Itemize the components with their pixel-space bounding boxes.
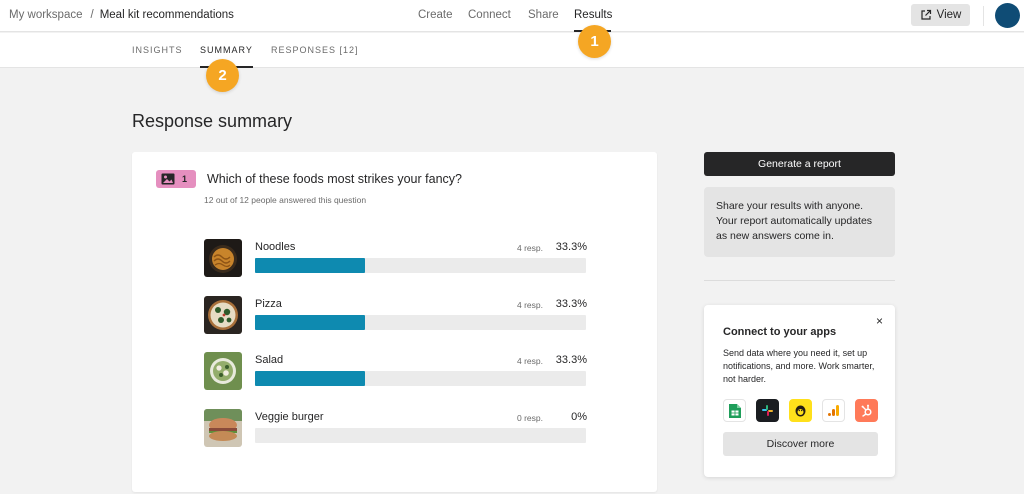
noodles-image bbox=[204, 239, 242, 277]
divider bbox=[704, 280, 895, 281]
answered-count: 12 out of 12 people answered this questi… bbox=[204, 195, 367, 205]
pizza-image bbox=[204, 296, 242, 334]
breadcrumb-separator: / bbox=[90, 9, 94, 21]
question-text: Which of these foods most strikes your f… bbox=[207, 172, 462, 186]
page-title: Response summary bbox=[132, 111, 293, 131]
progress-bar bbox=[255, 371, 586, 386]
option-responses: 4 resp. bbox=[517, 300, 543, 310]
external-link-icon bbox=[921, 9, 931, 20]
google-analytics-icon[interactable] bbox=[822, 399, 845, 422]
divider bbox=[983, 6, 984, 26]
option-label: Noodles bbox=[255, 241, 296, 253]
salad-image bbox=[204, 352, 242, 390]
nav-share[interactable]: Share bbox=[528, 9, 559, 21]
progress-fill bbox=[255, 258, 366, 273]
veggie-burger-image bbox=[204, 409, 242, 447]
connect-apps-card: × Connect to your apps Send data where y… bbox=[704, 305, 895, 477]
progress-fill bbox=[255, 371, 366, 386]
results-subtabs: INSIGHTS SUMMARY RESPONSES [12] bbox=[0, 33, 1024, 68]
close-icon[interactable]: × bbox=[876, 314, 883, 328]
list-item: Pizza 4 resp. 33.3% bbox=[204, 296, 587, 336]
view-button[interactable]: View bbox=[911, 4, 970, 26]
progress-bar bbox=[255, 315, 586, 330]
top-bar: My workspace / Meal kit recommendations Cr… bbox=[0, 0, 1024, 32]
option-percentage: 33.3% bbox=[555, 354, 587, 366]
list-item: Veggie burger 0 resp. 0% bbox=[204, 409, 587, 449]
google-sheets-icon[interactable] bbox=[723, 399, 746, 422]
option-percentage: 0% bbox=[571, 411, 587, 423]
option-responses: 4 resp. bbox=[517, 243, 543, 253]
option-label: Salad bbox=[255, 354, 284, 366]
list-item: Salad 4 resp. 33.3% bbox=[204, 352, 587, 392]
breadcrumb: My workspace / Meal kit recommendations bbox=[9, 9, 234, 21]
option-label: Veggie burger bbox=[255, 411, 324, 423]
apps-description: Send data where you need it, set up noti… bbox=[723, 348, 875, 384]
callout-badge-1: 1 bbox=[578, 25, 611, 58]
hubspot-icon[interactable] bbox=[855, 399, 878, 422]
discover-more-button[interactable]: Discover more bbox=[723, 432, 878, 456]
option-label: Pizza bbox=[255, 298, 282, 310]
tab-responses[interactable]: RESPONSES [12] bbox=[271, 45, 359, 55]
picture-choice-icon bbox=[161, 173, 175, 185]
callout-badge-2: 2 bbox=[206, 59, 239, 92]
tab-insights[interactable]: INSIGHTS bbox=[132, 45, 183, 55]
option-responses: 0 resp. bbox=[517, 413, 543, 423]
app-icons-row bbox=[723, 399, 878, 422]
question-summary-card: 1 Which of these foods most strikes your… bbox=[132, 152, 657, 492]
apps-title: Connect to your apps bbox=[723, 326, 837, 338]
progress-bar bbox=[255, 428, 586, 443]
nav-results[interactable]: Results bbox=[574, 9, 612, 21]
progress-fill bbox=[255, 315, 366, 330]
mailchimp-icon[interactable] bbox=[789, 399, 812, 422]
generate-report-button[interactable]: Generate a report bbox=[704, 152, 895, 176]
question-number: 1 bbox=[182, 174, 188, 184]
view-button-label: View bbox=[936, 9, 962, 21]
list-item: Noodles 4 resp. 33.3% bbox=[204, 239, 587, 279]
avatar[interactable] bbox=[995, 3, 1020, 28]
nav-create[interactable]: Create bbox=[418, 9, 453, 21]
breadcrumb-workspace[interactable]: My workspace bbox=[9, 9, 83, 21]
progress-bar bbox=[255, 258, 586, 273]
tab-summary[interactable]: SUMMARY bbox=[200, 45, 253, 55]
option-percentage: 33.3% bbox=[555, 241, 587, 253]
question-badge: 1 bbox=[156, 170, 196, 188]
option-percentage: 33.3% bbox=[555, 298, 587, 310]
breadcrumb-form-title[interactable]: Meal kit recommendations bbox=[100, 9, 234, 21]
share-info-box: Share your results with anyone. Your rep… bbox=[704, 187, 895, 257]
option-responses: 4 resp. bbox=[517, 356, 543, 366]
slack-icon[interactable] bbox=[756, 399, 779, 422]
nav-connect[interactable]: Connect bbox=[468, 9, 511, 21]
